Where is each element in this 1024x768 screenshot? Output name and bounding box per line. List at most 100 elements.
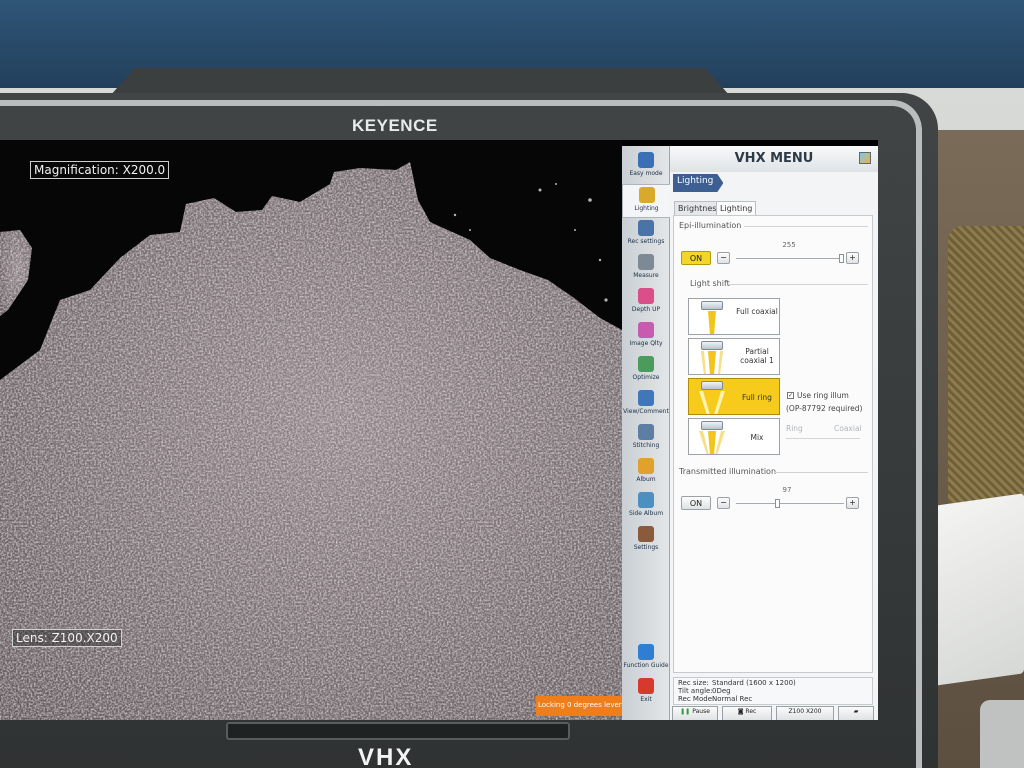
sidebar-item-label: Measure [633, 272, 659, 279]
zoom-label: Z100 X200 [788, 708, 822, 715]
rec-mode-key: Rec Mode: [678, 695, 715, 703]
sidebar-item-view-comment[interactable]: View/Comment [622, 388, 670, 422]
ring-note: (OP-87792 required) [786, 404, 863, 413]
light-shift-label: Full coaxial [736, 307, 778, 316]
monitor-brand: KEYENCE [352, 116, 438, 135]
transmitted-on-button[interactable]: ON [681, 496, 711, 510]
optimize-icon [638, 356, 654, 372]
rec-button[interactable]: ◙ Rec [722, 706, 772, 720]
sidebar-item-rec-settings[interactable]: Rec settings [622, 218, 670, 252]
epi-minus-button[interactable]: − [717, 252, 730, 264]
save-disk-button[interactable]: ▰ [838, 706, 874, 720]
breadcrumb-lighting[interactable]: Lighting [673, 174, 724, 192]
light-shift-full-ring[interactable]: Full ring [688, 378, 780, 415]
use-ring-label: Use ring illum [797, 391, 849, 400]
stitch-icon [638, 424, 654, 440]
epi-slider-track[interactable] [736, 258, 844, 259]
footer-toolbar: ❚❚ Pause ◙ Rec Z100 X200 ▰ [670, 706, 878, 720]
divider [728, 284, 868, 285]
sidebar-item-label: Easy mode [629, 170, 663, 177]
sidebar-item-easy-mode[interactable]: Easy mode [622, 150, 670, 184]
record-status-box: Rec size: Standard (1600 x 1200) Tilt ang… [673, 677, 873, 705]
sidebar-item-image-qlty[interactable]: Image Qlty [622, 320, 670, 354]
sidebar-item-album[interactable]: Album [622, 456, 670, 490]
tilt-key: Tilt angle: [678, 687, 713, 695]
rec-size-value: Standard (1600 x 1200) [712, 679, 796, 687]
sidebar-item-exit[interactable]: Exit [622, 676, 670, 710]
function-sidebar: Easy mode Lighting Rec settings Measure Dept… [622, 146, 670, 720]
coaxial-label: Coaxial [834, 424, 862, 433]
light-shift-partial-coaxial[interactable]: Partial coaxial 1 [688, 338, 780, 375]
lens-label: Lens: Z100.X200 [12, 629, 122, 647]
rec-mode-value: Normal Rec [712, 695, 753, 703]
sidebar-item-measure[interactable]: Measure [622, 252, 670, 286]
light-shift-full-coaxial[interactable]: Full coaxial [688, 298, 780, 335]
ruler-icon [638, 254, 654, 270]
comment-icon [638, 390, 654, 406]
epi-slider-thumb[interactable] [839, 254, 844, 263]
power-icon [638, 678, 654, 694]
lamp-icon [701, 381, 723, 390]
light-shift-mix[interactable]: Mix [688, 418, 780, 455]
pause-label: Pause [692, 708, 710, 715]
sidebar-item-function-guide[interactable]: Function Guide [622, 642, 670, 676]
mix-ratio-slider[interactable] [786, 438, 860, 439]
sidebar-item-label: Optimize [632, 374, 660, 381]
rec-size-key: Rec size: [678, 679, 709, 687]
coaxial-beam-icon [708, 311, 716, 334]
sidebar-item-label: Rec settings [627, 238, 665, 245]
sidebar-item-label: Album [636, 476, 656, 483]
menu-title: VHX MENU [670, 146, 878, 172]
sidebar-item-lighting[interactable]: Lighting [622, 184, 670, 218]
sidebar-item-label: Depth UP [631, 306, 661, 313]
sidebar-item-label: Stitching [632, 442, 660, 449]
sidebar-item-label: Function Guide [623, 662, 669, 669]
light-shift-label: Mix [750, 433, 764, 442]
tools-icon [638, 526, 654, 542]
live-image-viewer[interactable]: Magnification: X200.0 Lens: Z100.X200 Lo… [0, 140, 622, 720]
transmitted-section-title: Transmitted illumination [679, 467, 777, 476]
epi-plus-button[interactable]: + [846, 252, 859, 264]
epi-on-button[interactable]: ON [681, 251, 711, 265]
tab-lighting[interactable]: Lighting [716, 201, 757, 216]
monitor-model-label: VHX [358, 744, 414, 768]
lamp-icon [701, 421, 723, 430]
divider [744, 226, 868, 227]
lamp-icon [638, 187, 655, 203]
vhx-menu-panel: VHX MENU Lighting Brightness Lighting Ep… [670, 146, 878, 720]
side-album-icon [638, 492, 654, 508]
transmitted-plus-button[interactable]: + [846, 497, 859, 509]
sidebar-item-label: Exit [640, 696, 652, 703]
sidebar-item-stitching[interactable]: Stitching [622, 422, 670, 456]
image-quality-icon [638, 322, 654, 338]
transmitted-minus-button[interactable]: − [717, 497, 730, 509]
tilt-value: 0Deg [712, 687, 731, 695]
use-ring-checkbox[interactable]: ✓ [787, 392, 794, 399]
camera-settings-icon [638, 220, 654, 236]
background-chair [948, 226, 1024, 506]
transmitted-value: 97 [782, 486, 792, 494]
tilt-row: Tilt angle:0Deg [678, 687, 731, 695]
pause-button[interactable]: ❚❚ Pause [672, 706, 718, 720]
panel-corner-icon[interactable] [859, 152, 871, 164]
sidebar-item-optimize[interactable]: Optimize [622, 354, 670, 388]
sidebar-item-depth-up[interactable]: Depth UP [622, 286, 670, 320]
ring-label: Ring [786, 424, 803, 433]
background-device [928, 493, 1024, 687]
light-shift-label: Partial coaxial 1 [740, 347, 774, 365]
rec-mode-row: Rec Mode:Normal Rec [678, 695, 752, 703]
background-cable [980, 700, 1024, 768]
sidebar-item-label: Side Album [628, 510, 664, 517]
transmitted-slider-thumb[interactable] [775, 499, 781, 508]
partial-beam-icon [701, 351, 723, 374]
sidebar-item-label: View/Comment [623, 408, 669, 415]
zoom-info-button[interactable]: Z100 X200 [776, 706, 834, 720]
sidebar-item-side-album[interactable]: Side Album [622, 490, 670, 524]
light-shift-label: Full ring [742, 393, 772, 402]
sidebar-item-settings[interactable]: Settings [622, 524, 670, 558]
transmitted-slider-track[interactable] [736, 503, 844, 504]
divider [774, 472, 868, 473]
pause-icon: ❚❚ [680, 708, 693, 715]
epi-section-title: Epi-illumination [679, 221, 742, 230]
monitor-screen: Magnification: X200.0 Lens: Z100.X200 Lo… [0, 140, 878, 720]
